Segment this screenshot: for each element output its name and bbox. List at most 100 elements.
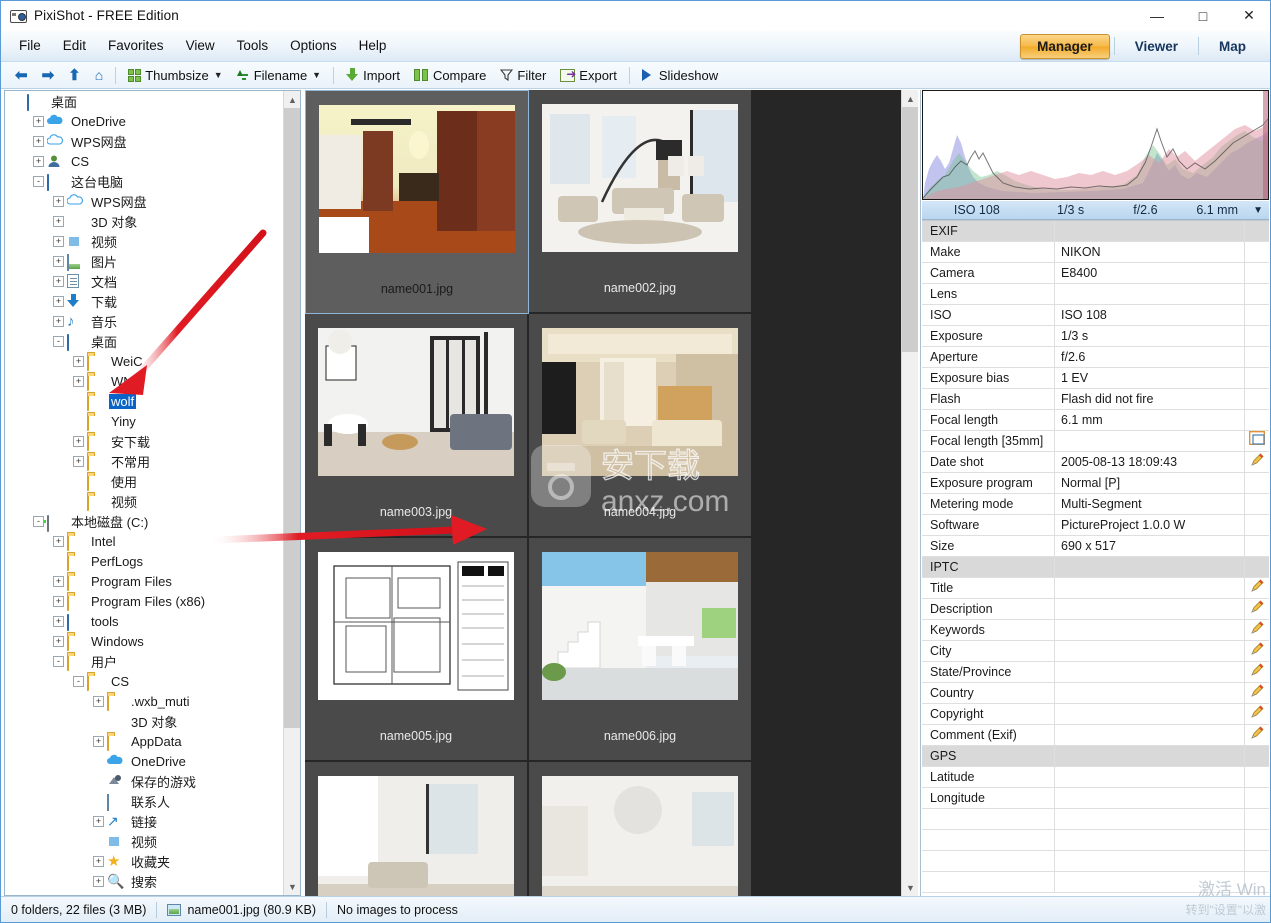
metadata-row[interactable]: Date shot 2005-08-13 18:09:43 — [922, 451, 1269, 473]
compare-button[interactable]: Compare — [408, 66, 492, 85]
thumbnail-image[interactable] — [319, 105, 515, 253]
metadata-row[interactable]: Country — [922, 682, 1269, 704]
tree-node[interactable]: - 本地磁盘 (C:) — [5, 511, 283, 532]
tree-node[interactable]: + 下载 — [5, 291, 283, 311]
expand-icon[interactable]: + — [33, 115, 44, 127]
home-button[interactable]: ⌂ — [89, 66, 109, 84]
thumbnail-image[interactable] — [318, 552, 514, 700]
tree-node[interactable]: OneDrive — [5, 751, 283, 771]
metadata-row[interactable]: State/Province — [922, 661, 1269, 683]
expand-icon[interactable]: + — [93, 855, 104, 867]
tree-node[interactable]: + Windows — [5, 631, 283, 651]
tree-node[interactable]: + tools — [5, 611, 283, 631]
thumbnail-scrollbar-thumb[interactable] — [902, 107, 918, 352]
menu-item-view[interactable]: View — [176, 35, 225, 56]
import-button[interactable]: Import — [340, 66, 406, 85]
histogram-summary-bar[interactable]: ISO 108 1/3 s f/2.6 6.1 mm ▼ — [922, 201, 1269, 220]
tree-node[interactable]: PerfLogs — [5, 551, 283, 571]
tree-node[interactable]: 保存的游戏 — [5, 771, 283, 791]
thumbnail-cell[interactable]: name001.jpg — [305, 90, 529, 314]
tree-scrollbar-thumb[interactable] — [284, 108, 300, 728]
back-button[interactable]: ⬅ — [9, 66, 34, 85]
metadata-row[interactable]: City — [922, 640, 1269, 662]
metadata-row[interactable]: Keywords — [922, 619, 1269, 641]
tree-node[interactable]: + Program Files — [5, 571, 283, 591]
tree-node[interactable]: - 桌面 — [5, 331, 283, 351]
folder-tree-pane[interactable]: 桌面 + OneDrive + WPS网盘 + CS - 这台电脑 + WPS网盘 +3D 对象 + 视频… — [4, 90, 301, 896]
thumbnail-scroll-down-button[interactable]: ▼ — [902, 879, 918, 896]
expand-icon[interactable]: + — [93, 735, 104, 747]
menu-item-tools[interactable]: Tools — [227, 35, 279, 56]
forward-button[interactable]: ➡ — [36, 66, 61, 85]
expand-icon[interactable]: + — [53, 275, 64, 287]
metadata-row[interactable]: Focal length [35mm] — [922, 430, 1269, 452]
expand-icon[interactable]: + — [53, 315, 64, 327]
edit-pencil-icon[interactable] — [1245, 683, 1269, 704]
tab-viewer[interactable]: Viewer — [1119, 35, 1194, 58]
thumbnail-scroll-up-button[interactable]: ▲ — [902, 90, 918, 107]
tree-scroll-down-button[interactable]: ▼ — [284, 878, 300, 895]
expand-icon[interactable]: + — [53, 635, 64, 647]
tree-node[interactable]: + 视频 — [5, 231, 283, 251]
tree-node[interactable]: + WeiC — [5, 351, 283, 371]
expand-icon[interactable]: + — [53, 255, 64, 267]
tree-node[interactable]: + OneDrive — [5, 111, 283, 131]
tree-node[interactable]: +3D 对象 — [5, 211, 283, 231]
metadata-row[interactable]: Comment (Exif) — [922, 724, 1269, 746]
expand-icon[interactable]: + — [33, 135, 44, 147]
menu-item-edit[interactable]: Edit — [53, 35, 96, 56]
tree-node[interactable]: + ↗ 链接 — [5, 811, 283, 831]
collapse-icon[interactable]: - — [53, 655, 64, 667]
tree-node[interactable]: + WN — [5, 371, 283, 391]
tree-node[interactable]: - CS — [5, 671, 283, 691]
thumbnail-image[interactable] — [542, 328, 738, 476]
menu-item-file[interactable]: File — [9, 35, 51, 56]
thumbnail-image[interactable] — [542, 552, 738, 700]
expand-icon[interactable]: + — [53, 235, 64, 247]
expand-icon[interactable]: + — [73, 435, 84, 447]
filename-sort-button[interactable]: Filename ▼ — [231, 66, 327, 85]
expand-icon[interactable]: + — [53, 295, 64, 307]
expand-icon[interactable]: + — [33, 155, 44, 167]
tree-node[interactable]: + 图片 — [5, 251, 283, 271]
tree-node[interactable]: + 🔍 搜索 — [5, 871, 283, 891]
thumbnail-cell[interactable] — [305, 762, 529, 896]
expand-icon[interactable]: + — [53, 535, 64, 547]
tree-node[interactable]: + .wxb_muti — [5, 691, 283, 711]
tree-node[interactable]: + WPS网盘 — [5, 131, 283, 151]
filter-button[interactable]: Filter — [494, 66, 552, 85]
export-button[interactable]: Export — [554, 66, 623, 85]
tree-scroll-up-button[interactable]: ▲ — [284, 91, 300, 108]
expand-icon[interactable]: + — [53, 215, 64, 227]
tree-node[interactable]: + 安下载 — [5, 431, 283, 451]
tree-node[interactable]: + 不常用 — [5, 451, 283, 471]
minimize-button[interactable]: — — [1134, 1, 1180, 30]
tree-node[interactable]: - 这台电脑 — [5, 171, 283, 191]
thumbnail-grid[interactable]: name001.jpg name002.jpg name003.jpg name004… — [305, 90, 888, 896]
expand-icon[interactable]: + — [73, 455, 84, 467]
edit-pencil-icon[interactable] — [1245, 599, 1269, 620]
metadata-table[interactable]: EXIF Make NIKON Camera E8400 Lens ISO ISO 108 Ex… — [922, 220, 1269, 895]
tree-node[interactable]: - 用户 — [5, 651, 283, 671]
crop-icon[interactable] — [1245, 430, 1269, 452]
thumbnail-cell[interactable]: name003.jpg — [305, 314, 529, 538]
tree-node[interactable]: 3D 对象 — [5, 711, 283, 731]
tree-node[interactable]: 使用 — [5, 471, 283, 491]
thumbnail-cell[interactable]: name004.jpg — [529, 314, 753, 538]
collapse-icon[interactable]: - — [73, 675, 84, 687]
expand-icon[interactable]: + — [53, 575, 64, 587]
thumbnail-image[interactable] — [318, 776, 514, 896]
tree-node[interactable]: 视频 — [5, 491, 283, 511]
tree-node[interactable]: + CS — [5, 151, 283, 171]
thumbnail-scrollbar[interactable]: ▲ ▼ — [901, 90, 918, 896]
tree-node[interactable]: 视频 — [5, 831, 283, 851]
menu-item-favorites[interactable]: Favorites — [98, 35, 174, 56]
thumbnail-cell[interactable]: name006.jpg — [529, 538, 753, 762]
menu-item-help[interactable]: Help — [349, 35, 397, 56]
tree-node[interactable]: + ♪ 音乐 — [5, 311, 283, 331]
collapse-icon[interactable]: - — [53, 335, 64, 347]
tree-node[interactable]: 桌面 — [5, 91, 283, 111]
expand-icon[interactable]: + — [93, 815, 104, 827]
edit-pencil-icon[interactable] — [1245, 620, 1269, 641]
tab-manager[interactable]: Manager — [1020, 33, 1110, 59]
